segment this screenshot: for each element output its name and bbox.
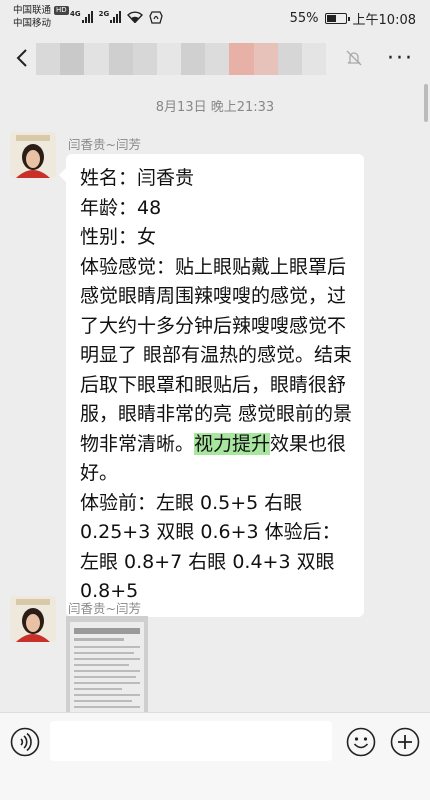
message-line: 姓名：闫香贵	[80, 167, 195, 189]
pixel-block	[205, 43, 230, 75]
more-options-icon[interactable]: ···	[387, 48, 414, 70]
document-photo-icon	[66, 616, 148, 712]
avatar[interactable]	[10, 596, 56, 642]
pixel-block	[277, 43, 302, 75]
chat-area[interactable]: 8月13日 晚上21:33 闫香贵~闫芳 姓名：闫香贵 年龄：48 性别：女 体…	[0, 84, 430, 712]
signal-indicators: 4G 2G	[70, 10, 163, 24]
message-line: 年龄：48	[80, 196, 162, 219]
voice-input-icon[interactable]	[10, 727, 40, 757]
pixel-block	[132, 43, 157, 75]
message-paragraph: 体验感觉：贴上眼贴戴上眼罩后感觉眼睛周围辣嗖嗖的感觉，过了大约十多分钟后辣嗖嗖感…	[80, 253, 354, 489]
vision-results: 体验前：左眼 0.5+5 右眼 0.25+3 双眼 0.6+3 体验后：左眼 0…	[80, 491, 341, 603]
signal-bars-2-icon	[110, 11, 122, 23]
pixel-block	[108, 43, 133, 75]
notification-icon	[149, 11, 163, 24]
network-type-2: 2G	[98, 10, 110, 18]
message-input[interactable]	[50, 721, 332, 761]
avatar-portrait-icon	[10, 132, 56, 178]
sender-name: 闫香贵~闫芳	[68, 137, 141, 152]
carrier-info: 中国联通 HD 中国移动	[13, 4, 69, 30]
input-bar	[0, 712, 430, 800]
chat-header: ···	[0, 34, 430, 84]
message-bubble[interactable]: 姓名：闫香贵 年龄：48 性别：女 体验感觉：贴上眼贴戴上眼罩后感觉眼睛周围辣嗖…	[59, 154, 364, 617]
highlighted-text: 视力提升	[194, 432, 271, 455]
battery-fill	[326, 15, 336, 22]
emoji-icon[interactable]	[346, 727, 376, 757]
signal-bars-1-icon	[81, 11, 93, 23]
pixel-block	[301, 43, 327, 75]
message-line: 性别：女	[80, 226, 157, 248]
avatar-portrait-icon	[10, 596, 56, 642]
mute-bell-icon	[346, 50, 362, 66]
avatar[interactable]	[10, 132, 56, 178]
plus-icon[interactable]	[390, 727, 420, 757]
clock: 上午10:08	[352, 13, 416, 28]
status-bar: 中国联通 HD 中国移动 4G 2G 55% 上午10:08	[0, 0, 430, 34]
hd-badge: HD	[54, 6, 69, 15]
carrier-2: 中国移动	[13, 18, 52, 29]
sender-name: 闫香贵~闫芳	[68, 601, 141, 616]
back-arrow-icon[interactable]	[12, 47, 34, 69]
experience-text: 体验感觉：贴上眼贴戴上眼罩后感觉眼睛周围辣嗖嗖的感觉，过了大约十多分钟后辣嗖嗖感…	[80, 255, 353, 455]
network-type-1: 4G	[70, 10, 81, 18]
pixel-block	[229, 43, 254, 75]
pixel-block	[253, 43, 278, 75]
pixel-block	[36, 43, 61, 75]
pixel-block	[84, 43, 109, 75]
battery-icon	[324, 13, 350, 24]
status-right: 55% 上午10:08	[290, 9, 416, 28]
pixel-block	[156, 43, 182, 75]
image-message-thumbnail[interactable]	[66, 616, 148, 712]
message-timestamp: 8月13日 晚上21:33	[155, 100, 275, 115]
pixel-block	[181, 43, 206, 75]
wifi-icon	[127, 11, 144, 23]
pixel-block	[60, 43, 85, 75]
chat-title-pixelated	[36, 43, 327, 75]
battery-percent: 55%	[289, 11, 319, 26]
carrier-1: 中国联通	[13, 5, 52, 16]
